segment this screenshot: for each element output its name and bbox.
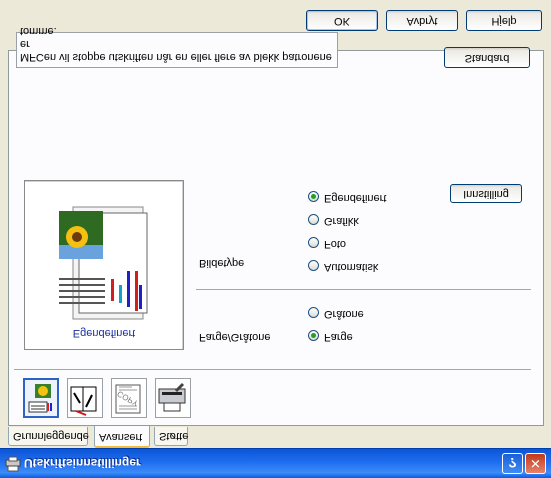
egendefinert-radio-label: Egendefinert <box>324 192 387 204</box>
tab-label: Støtte <box>159 430 189 442</box>
watermark-icon: COPY <box>115 384 141 414</box>
group-divider <box>196 289 531 290</box>
question-icon: ? <box>508 455 517 471</box>
foto-radio[interactable] <box>308 237 319 248</box>
foto-radio-label: Foto <box>324 238 347 250</box>
tab-label: Avansert <box>99 431 143 443</box>
innstilling-button[interactable]: Innstilling <box>450 184 522 203</box>
ink-warning-box: MFCen vil stoppe utskriften når en eller… <box>16 25 338 68</box>
preview-box: Egendefinert <box>24 180 184 350</box>
watermark-button[interactable]: COPY <box>111 378 147 418</box>
farge-radio-label: Farge <box>324 331 353 343</box>
device-options-button[interactable] <box>155 378 191 418</box>
farge-radio[interactable] <box>308 330 319 341</box>
close-icon: ✕ <box>530 456 541 471</box>
title-bar: Utskriftsinnstillinger ? ✕ <box>0 448 551 478</box>
window-title: Utskriftsinnstillinger <box>24 456 141 470</box>
help-label: Hjelp <box>491 15 517 27</box>
ok-label: OK <box>334 15 350 27</box>
print-quality-icon <box>28 384 52 413</box>
graatone-radio-label: Gråtone <box>324 308 364 320</box>
farge-group-label: Farge/Gråtone <box>199 331 271 343</box>
grafikk-radio[interactable] <box>308 214 319 225</box>
duplex-booklet-icon <box>70 386 97 416</box>
cancel-label: Avbryt <box>406 15 438 27</box>
preview-illustration-icon <box>59 206 148 320</box>
tab-label: Grunnleggende <box>13 430 89 442</box>
duplex-booklet-button[interactable] <box>67 378 103 418</box>
tab-avansert[interactable]: Avansert <box>94 426 150 448</box>
divider <box>14 369 531 370</box>
tab-stotte[interactable]: Støtte <box>154 427 188 446</box>
standard-label: Standard <box>464 52 510 64</box>
grafikk-radio-label: Grafikk <box>324 215 359 227</box>
ink-warning-line-1: MFCen vil stoppe utskriften når en eller… <box>20 38 332 63</box>
help-question-button[interactable]: ? <box>502 453 523 474</box>
tab-grunnleggende[interactable]: Grunnleggende <box>8 427 89 446</box>
dialog-window: Utskriftsinnstillinger ? ✕ Grunnleggende… <box>0 0 551 478</box>
close-button[interactable]: ✕ <box>525 453 546 474</box>
graatone-radio[interactable] <box>308 307 319 318</box>
ok-button[interactable]: OK <box>306 10 378 31</box>
automatisk-radio[interactable] <box>308 260 319 271</box>
egendefinert-radio[interactable] <box>308 191 319 202</box>
bildetype-group-label: Bildetype <box>199 257 245 269</box>
ink-warning-line-2: tomme. <box>20 25 57 37</box>
standard-button[interactable]: Standard <box>444 47 530 68</box>
printer-icon <box>5 456 21 472</box>
device-options-icon <box>158 382 186 412</box>
preview-caption: Egendefinert <box>72 327 136 339</box>
innstilling-label: Innstilling <box>463 188 509 200</box>
automatisk-radio-label: Automatisk <box>324 261 379 273</box>
help-button[interactable]: Hjelp <box>466 10 542 31</box>
print-quality-button[interactable] <box>23 378 59 418</box>
cancel-button[interactable]: Avbryt <box>386 10 458 31</box>
